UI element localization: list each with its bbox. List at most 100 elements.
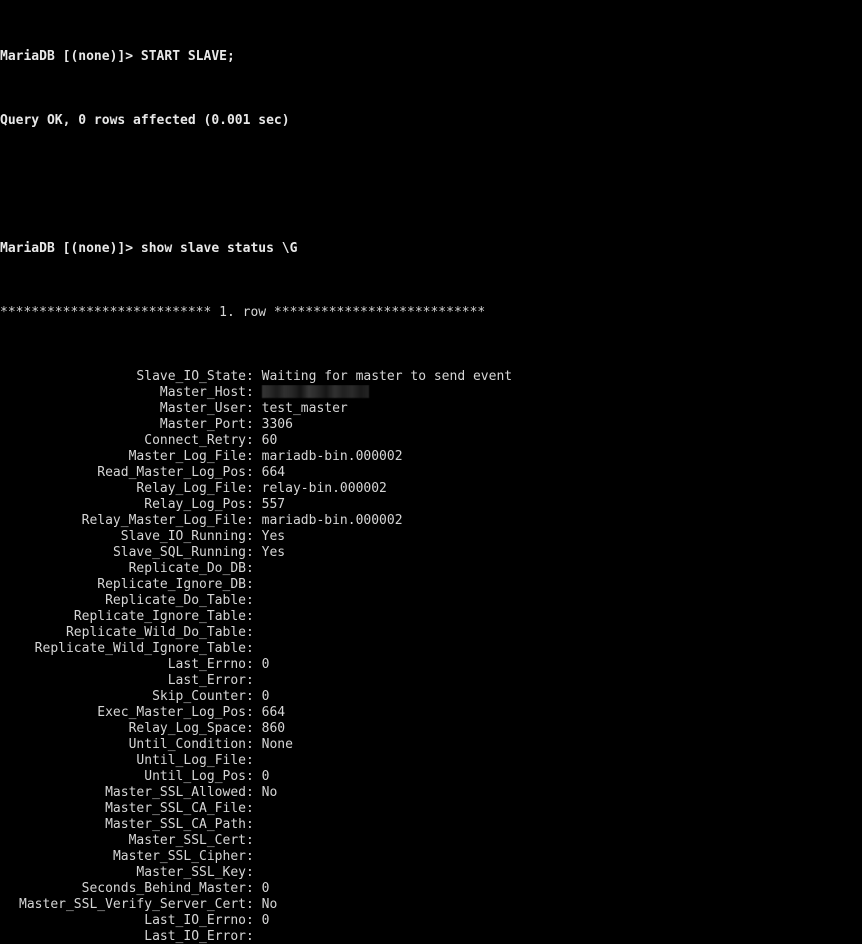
- status-field-row: Seconds_Behind_Master: 0: [0, 881, 862, 897]
- status-field-value: 860: [261, 721, 286, 736]
- status-field-label: Last_Error: [167, 673, 246, 688]
- status-field-label: Master_SSL_CA_Path: [105, 817, 246, 832]
- command-text-show-slave-status: show slave status \G: [133, 241, 298, 256]
- status-field-value: 0: [261, 689, 270, 704]
- status-field-row: Slave_SQL_Running: Yes: [0, 545, 862, 561]
- status-field-label: Relay_Log_Pos: [144, 497, 246, 512]
- status-field-label: Relay_Log_File: [136, 481, 246, 496]
- prompt-label: MariaDB [(none)]>: [0, 49, 134, 64]
- status-field-separator: :: [246, 481, 262, 496]
- status-field-row: Until_Condition: None: [0, 737, 862, 753]
- status-field-separator: :: [246, 513, 262, 528]
- status-field-separator: :: [246, 465, 262, 480]
- status-field-row: Master_Host:: [0, 385, 862, 401]
- status-field-row: Replicate_Wild_Do_Table:: [0, 625, 862, 641]
- status-field-label: Last_IO_Error: [144, 929, 246, 944]
- status-field-row: Master_Log_File: mariadb-bin.000002: [0, 449, 862, 465]
- status-field-label: Master_User: [159, 401, 246, 416]
- status-field-row: Master_SSL_Allowed: No: [0, 785, 862, 801]
- status-field-value: mariadb-bin.000002: [261, 449, 403, 464]
- command-result-start-slave: Query OK, 0 rows affected (0.001 sec): [0, 113, 290, 128]
- status-field-row: Skip_Counter: 0: [0, 689, 862, 705]
- status-field-separator: :: [246, 625, 254, 640]
- status-field-separator: :: [246, 817, 254, 832]
- status-field-value: 0: [261, 913, 270, 928]
- prompt-label-2: MariaDB [(none)]>: [0, 241, 134, 256]
- status-field-row: Relay_Master_Log_File: mariadb-bin.00000…: [0, 513, 862, 529]
- status-field-separator: :: [246, 545, 262, 560]
- status-field-label: Master_SSL_Cipher: [112, 849, 246, 864]
- terminal-output[interactable]: MariaDB [(none)]> START SLAVE; Query OK,…: [0, 0, 862, 944]
- status-field-separator: :: [246, 369, 262, 384]
- status-field-value: Yes: [261, 529, 286, 544]
- status-field-label: Until_Log_File: [136, 753, 246, 768]
- status-field-value: 3306: [261, 417, 293, 432]
- status-field-label: Master_SSL_Allowed: [105, 785, 246, 800]
- status-field-separator: :: [246, 577, 254, 592]
- status-field-label: Replicate_Wild_Ignore_Table: [34, 641, 246, 656]
- status-field-row: Until_Log_Pos: 0: [0, 769, 862, 785]
- status-field-label: Until_Condition: [128, 737, 246, 752]
- status-field-separator: :: [246, 929, 254, 944]
- status-field-label: Replicate_Do_DB: [128, 561, 246, 576]
- slave-status-field-list: Slave_IO_State: Waiting for master to se…: [0, 369, 862, 944]
- status-field-row: Master_SSL_Cipher:: [0, 849, 862, 865]
- status-field-separator: :: [246, 529, 262, 544]
- status-field-label: Master_Port: [159, 417, 246, 432]
- status-field-separator: :: [246, 673, 254, 688]
- status-field-separator: :: [246, 737, 262, 752]
- status-field-row: Replicate_Ignore_Table:: [0, 609, 862, 625]
- status-field-row: Relay_Log_Pos: 557: [0, 497, 862, 513]
- redacted-master-host-value: [261, 385, 369, 398]
- status-field-value: Waiting for master to send event: [261, 369, 513, 384]
- status-field-label: Replicate_Do_Table: [105, 593, 246, 608]
- status-field-separator: :: [246, 753, 254, 768]
- status-field-row: Slave_IO_State: Waiting for master to se…: [0, 369, 862, 385]
- status-field-separator: :: [246, 721, 262, 736]
- status-field-separator: :: [246, 785, 262, 800]
- status-field-row: Master_SSL_CA_Path:: [0, 817, 862, 833]
- status-field-label: Exec_Master_Log_Pos: [97, 705, 246, 720]
- status-field-label: Relay_Log_Space: [128, 721, 246, 736]
- status-field-separator: :: [246, 881, 262, 896]
- status-field-value: No: [261, 897, 278, 912]
- row-header-separator: *************************** 1. row *****…: [0, 305, 486, 320]
- status-field-value: mariadb-bin.000002: [261, 513, 403, 528]
- status-field-separator: :: [246, 433, 262, 448]
- status-field-row: Master_User: test_master: [0, 401, 862, 417]
- status-field-label: Relay_Master_Log_File: [81, 513, 246, 528]
- status-field-row: Read_Master_Log_Pos: 664: [0, 465, 862, 481]
- status-field-value: 0: [261, 881, 270, 896]
- redaction-pad: [254, 385, 262, 400]
- status-field-value: Yes: [261, 545, 286, 560]
- status-field-separator: :: [246, 865, 254, 880]
- command-line-show-slave-status: MariaDB [(none)]> show slave status \G: [0, 241, 862, 257]
- status-field-separator: :: [246, 609, 254, 624]
- status-field-separator: :: [246, 689, 262, 704]
- status-field-value: 0: [261, 769, 270, 784]
- status-field-label: Slave_SQL_Running: [112, 545, 246, 560]
- status-field-row: Relay_Log_Space: 860: [0, 721, 862, 737]
- status-field-value: relay-bin.000002: [261, 481, 387, 496]
- status-field-label: Until_Log_Pos: [144, 769, 246, 784]
- status-field-row: Replicate_Do_DB:: [0, 561, 862, 577]
- status-field-row: Last_Error:: [0, 673, 862, 689]
- status-field-row: Replicate_Ignore_DB:: [0, 577, 862, 593]
- status-field-separator: :: [246, 561, 254, 576]
- status-field-label: Replicate_Ignore_DB: [97, 577, 246, 592]
- status-field-value: 557: [261, 497, 286, 512]
- status-field-separator: :: [246, 769, 262, 784]
- status-field-separator: :: [246, 385, 254, 400]
- status-field-separator: :: [246, 897, 262, 912]
- status-field-separator: :: [246, 401, 262, 416]
- status-field-label: Master_SSL_Cert: [128, 833, 246, 848]
- status-field-row: Slave_IO_Running: Yes: [0, 529, 862, 545]
- status-field-value: 60: [261, 433, 278, 448]
- status-field-separator: :: [246, 801, 254, 816]
- status-field-separator: :: [246, 657, 262, 672]
- status-field-label: Connect_Retry: [144, 433, 246, 448]
- status-field-value: test_master: [261, 401, 348, 416]
- status-field-label: Master_Log_File: [128, 449, 246, 464]
- status-field-separator: :: [246, 417, 262, 432]
- status-field-label: Last_Errno: [167, 657, 246, 672]
